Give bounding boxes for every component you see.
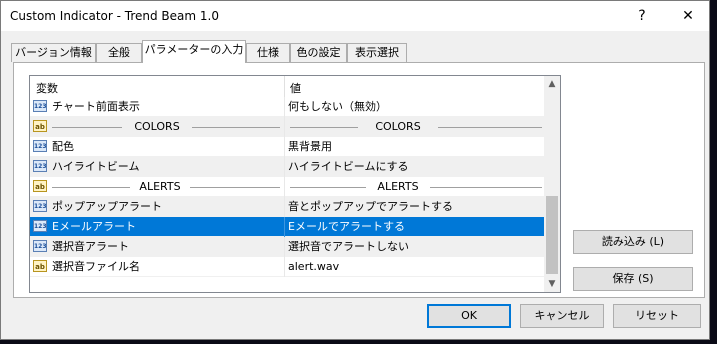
load-button[interactable]: 読み込み (L)	[573, 230, 693, 254]
table-row-group[interactable]: ab ALERTS ALERTS	[30, 177, 546, 197]
text-param-icon: ab	[33, 260, 47, 272]
param-value[interactable]: 何もしない（無効）	[288, 97, 387, 116]
param-value[interactable]: 黒背景用	[288, 137, 332, 156]
numeric-param-icon: 123	[33, 220, 47, 232]
save-button[interactable]: 保存 (S)	[573, 267, 693, 291]
table-row[interactable]: ab 選択音ファイル名 alert.wav	[30, 257, 546, 277]
table-row[interactable]: 123 ハイライトビーム ハイライトビームにする	[30, 157, 546, 177]
param-name: 選択音アラート	[52, 240, 129, 253]
text-param-icon: ab	[33, 180, 47, 192]
param-name: ポップアップアラート	[52, 200, 162, 213]
scroll-down-icon[interactable]: ▼	[544, 276, 560, 292]
group-name: ALERTS	[139, 180, 181, 193]
group-value: ALERTS	[377, 180, 419, 193]
group-value: COLORS	[375, 120, 421, 133]
numeric-param-icon: 123	[33, 140, 47, 152]
title-bar: Custom Indicator - Trend Beam 1.0 ? ✕	[1, 1, 709, 31]
numeric-param-icon: 123	[33, 240, 47, 252]
param-value[interactable]: ハイライトビームにする	[288, 157, 409, 176]
table-row[interactable]: 123 チャート前面表示 何もしない（無効）	[30, 97, 546, 117]
custom-indicator-dialog: Custom Indicator - Trend Beam 1.0 ? ✕ バー…	[0, 0, 710, 340]
scroll-up-icon[interactable]: ▲	[544, 76, 560, 92]
tab-display-selection[interactable]: 表示選択	[347, 43, 407, 62]
help-icon[interactable]: ?	[627, 5, 657, 27]
param-value[interactable]: 音とポップアップでアラートする	[288, 197, 453, 216]
cancel-button[interactable]: キャンセル	[520, 304, 604, 328]
param-name: 選択音ファイル名	[52, 260, 140, 273]
param-value[interactable]: alert.wav	[288, 257, 339, 276]
tab-specification[interactable]: 仕様	[246, 43, 290, 62]
table-row-group[interactable]: ab COLORS COLORS	[30, 117, 546, 137]
tab-general[interactable]: 全般	[96, 43, 142, 62]
param-value[interactable]: Eメールでアラートする	[288, 217, 405, 236]
numeric-param-icon: 123	[33, 200, 47, 212]
tab-version-info[interactable]: バージョン情報	[11, 43, 96, 62]
param-name: ハイライトビーム	[52, 160, 140, 173]
param-name: 配色	[52, 140, 74, 153]
param-name: チャート前面表示	[52, 100, 140, 113]
reset-button[interactable]: リセット	[613, 304, 701, 328]
column-header-value[interactable]: 値	[290, 80, 301, 96]
table-row[interactable]: 123 ポップアップアラート 音とポップアップでアラートする	[30, 197, 546, 217]
text-param-icon: ab	[33, 120, 47, 132]
numeric-param-icon: 123	[33, 100, 47, 112]
window-title: Custom Indicator - Trend Beam 1.0	[10, 9, 219, 23]
parameters-grid: 変数 値 123 チャート前面表示 何もしない（無効） ab COLORS CO…	[29, 75, 561, 293]
table-row[interactable]: 123 選択音アラート 選択音でアラートしない	[30, 237, 546, 257]
ok-button[interactable]: OK	[427, 304, 511, 328]
scrollbar-thumb[interactable]	[546, 196, 558, 274]
param-value[interactable]: 選択音でアラートしない	[288, 237, 409, 256]
column-header-variable[interactable]: 変数	[36, 80, 58, 96]
group-name: COLORS	[134, 120, 180, 133]
numeric-param-icon: 123	[33, 160, 47, 172]
table-row-selected[interactable]: 123 Eメールアラート Eメールでアラートする	[30, 217, 546, 237]
tab-parameters[interactable]: パラメーターの入力	[142, 40, 246, 63]
tab-color-settings[interactable]: 色の設定	[290, 43, 347, 62]
param-name: Eメールアラート	[52, 220, 136, 233]
table-row[interactable]: 123 配色 黒背景用	[30, 137, 546, 157]
close-icon[interactable]: ✕	[673, 5, 703, 27]
grid-header: 変数 値	[30, 76, 546, 98]
vertical-scrollbar[interactable]: ▲ ▼	[544, 76, 560, 292]
